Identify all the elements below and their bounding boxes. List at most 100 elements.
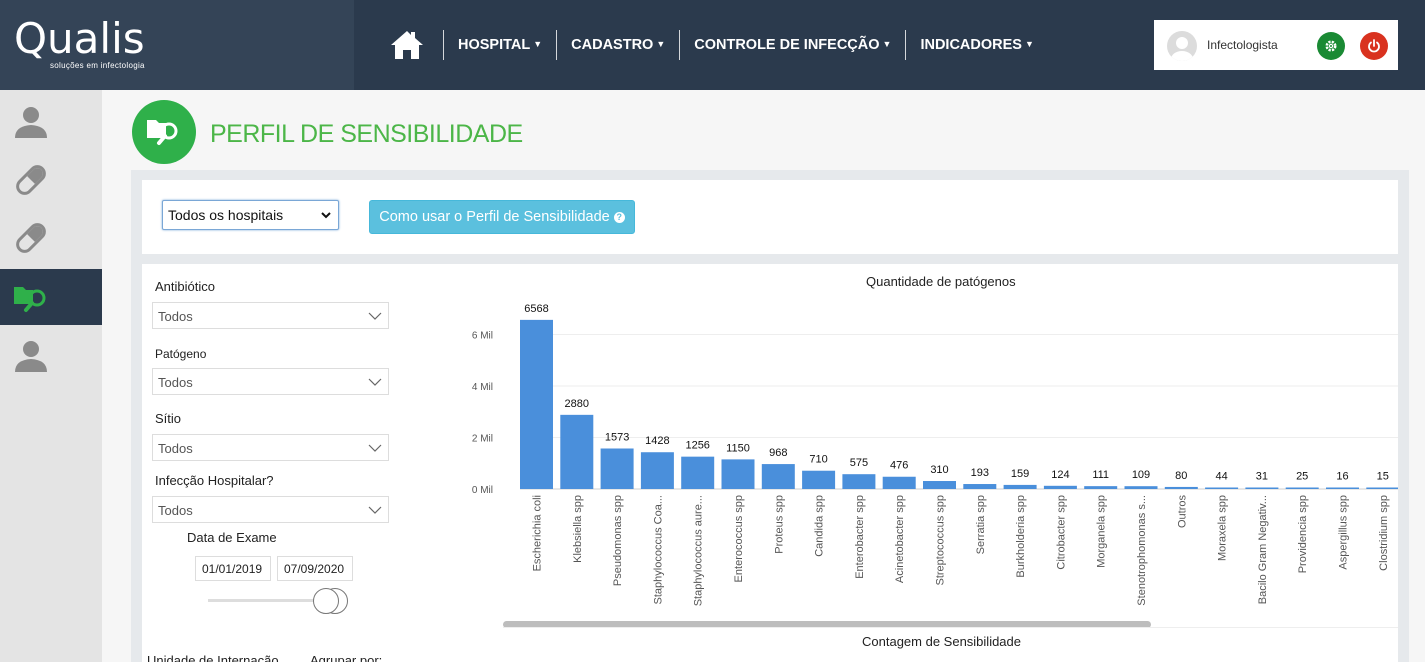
avatar[interactable] — [1167, 31, 1197, 61]
x-category-label: Stenotrophomonas s... — [1136, 495, 1148, 606]
x-category-label: Burkholderia spp — [1015, 495, 1027, 578]
power-icon — [1368, 39, 1380, 53]
divider — [503, 627, 1398, 628]
chart2-title: Contagem de Sensibilidade — [862, 634, 1021, 649]
date-end-input[interactable]: 07/09/2020 — [277, 556, 353, 581]
date-start-input[interactable]: 01/01/2019 — [195, 556, 271, 581]
caret-down-icon: ▼ — [882, 39, 892, 49]
bar-value-label: 476 — [890, 460, 908, 472]
infeccao-select[interactable]: Todos — [152, 496, 389, 523]
bar-value-label: 1150 — [726, 442, 750, 454]
sitio-value: Todos — [158, 441, 193, 456]
x-category-label: Streptococcus spp — [935, 495, 947, 586]
bar[interactable] — [1084, 486, 1118, 489]
nav-controle-infeccao[interactable]: CONTROLE DE INFECÇÃO ▼ — [694, 37, 891, 53]
nav-divider — [443, 30, 444, 60]
x-category-label: Citrobacter spp — [1055, 495, 1067, 570]
bar-value-label: 109 — [1132, 469, 1150, 481]
bar[interactable] — [963, 484, 997, 489]
bar[interactable] — [1326, 487, 1359, 490]
logo[interactable]: Qualis soluções em infectologia — [0, 0, 354, 90]
bar[interactable] — [1003, 484, 1037, 489]
nav-cadastro[interactable]: CADASTRO ▼ — [571, 37, 665, 53]
sidebar-item-users[interactable] — [0, 328, 102, 384]
bar[interactable] — [1043, 485, 1077, 489]
hospital-select[interactable]: Todos os hospitais — [162, 200, 339, 230]
help-button[interactable]: Como usar o Perfil de Sensibilidade? — [369, 200, 635, 234]
bar-value-label: 111 — [1092, 469, 1109, 481]
user-box: Infectologista — [1154, 20, 1398, 70]
x-category-label: Clostridium spp — [1378, 495, 1390, 571]
bar-value-label: 16 — [1336, 471, 1348, 483]
sidebar-item-sensitivity-profile[interactable] — [0, 269, 102, 325]
caret-down-icon: ▼ — [1024, 39, 1034, 49]
bar[interactable] — [681, 456, 715, 489]
chart-title: Quantidade de patógenos — [866, 274, 1016, 289]
x-category-label: Klebsiella spp — [572, 495, 584, 563]
gear-icon — [1325, 40, 1337, 52]
bar-value-label: 710 — [809, 454, 827, 466]
logout-button[interactable] — [1360, 32, 1388, 60]
help-button-label: Como usar o Perfil de Sensibilidade — [379, 209, 610, 225]
bar-value-label: 1256 — [685, 440, 709, 452]
bar[interactable] — [721, 459, 755, 489]
agrupar-label: Agrupar por: — [310, 653, 383, 662]
page-title: PERFIL DE SENSIBILIDADE — [210, 120, 523, 148]
bar[interactable] — [640, 452, 674, 489]
bar[interactable] — [520, 319, 553, 489]
bar[interactable] — [1205, 487, 1239, 490]
data-exame-label: Data de Exame — [187, 530, 277, 545]
infeccao-value: Todos — [158, 503, 193, 518]
x-category-label: Enterobacter spp — [854, 495, 866, 579]
patogeno-value: Todos — [158, 375, 193, 390]
bar[interactable] — [842, 474, 876, 489]
bar[interactable] — [1245, 487, 1279, 490]
bar[interactable] — [923, 481, 956, 489]
main-nav: HOSPITAL ▼ CADASTRO ▼ CONTROLE DE INFECÇÃO… — [385, 26, 1034, 64]
sidebar-item-medication[interactable] — [0, 152, 102, 208]
nav-hospital[interactable]: HOSPITAL ▼ — [458, 37, 542, 53]
bar-value-label: 968 — [769, 447, 787, 459]
y-tick-label: 6 Mil — [472, 331, 493, 342]
sitio-select[interactable]: Todos — [152, 434, 389, 461]
bar-value-label: 1428 — [645, 435, 669, 447]
sidebar-item-patients[interactable] — [0, 94, 102, 150]
sidebar-item-antibiotics[interactable] — [0, 210, 102, 266]
top-navbar: Qualis soluções em infectologia HOSPITAL… — [0, 0, 1425, 90]
bar-value-label: 31 — [1256, 471, 1268, 483]
bar[interactable] — [1366, 487, 1398, 490]
bar[interactable] — [600, 448, 634, 489]
user-name: Infectologista — [1207, 38, 1278, 52]
nav-indicadores[interactable]: INDICADORES ▼ — [920, 37, 1033, 53]
bar[interactable] — [1164, 486, 1198, 489]
patogeno-select[interactable]: Todos — [152, 368, 389, 395]
settings-button[interactable] — [1317, 32, 1345, 60]
bar[interactable] — [882, 476, 916, 489]
infeccao-label: Infecção Hospitalar? — [155, 473, 274, 488]
folder-search-icon — [14, 287, 46, 312]
bar-value-label: 15 — [1377, 471, 1389, 483]
bar-value-label: 159 — [1011, 468, 1029, 480]
bar[interactable] — [761, 464, 795, 489]
caret-down-icon: ▼ — [656, 39, 666, 49]
y-tick-label: 2 Mil — [472, 434, 493, 445]
home-icon[interactable] — [385, 26, 429, 64]
chevron-down-icon — [321, 212, 331, 219]
bar-value-label: 25 — [1296, 471, 1308, 483]
sidebar — [0, 90, 102, 662]
bar-value-label: 575 — [850, 457, 868, 469]
slider-handle-start[interactable] — [313, 588, 339, 614]
date-range-slider[interactable] — [208, 599, 328, 602]
user-icon — [15, 341, 47, 372]
y-tick-label: 4 Mil — [472, 382, 493, 393]
bar[interactable] — [1124, 486, 1158, 489]
bar[interactable] — [802, 470, 836, 489]
patogeno-label: Patógeno — [155, 347, 207, 361]
x-category-label: Escherichia coli — [532, 495, 544, 571]
logo-wordmark: Qualis — [14, 14, 145, 63]
bar[interactable] — [1285, 487, 1319, 490]
bar-value-label: 6568 — [524, 303, 548, 315]
x-category-label: Providencia spp — [1297, 495, 1309, 573]
bar[interactable] — [560, 414, 594, 489]
antibiotico-select[interactable]: Todos — [152, 302, 389, 329]
